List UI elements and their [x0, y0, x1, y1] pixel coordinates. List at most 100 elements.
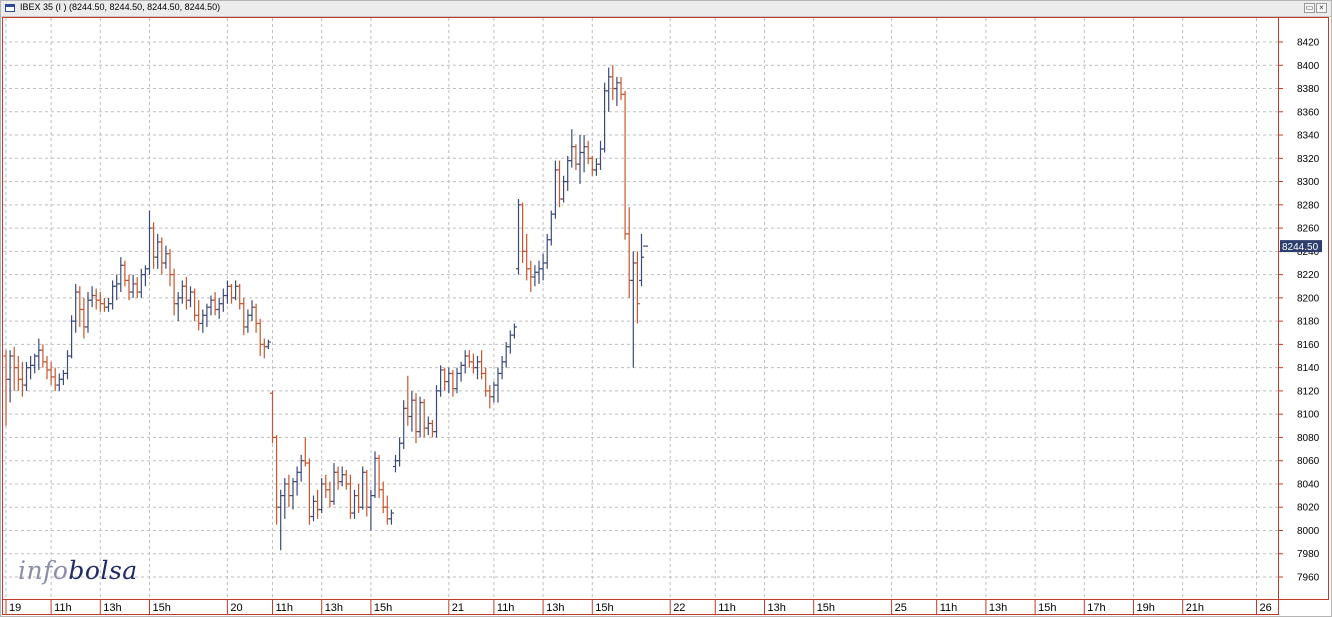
ohlc-bar [622, 90, 628, 240]
logo-part-info: info [18, 556, 69, 585]
ohlc-bar [15, 356, 21, 391]
ohlc-bar [380, 481, 386, 514]
ohlc-bar [516, 199, 521, 275]
y-tick-label: 8060 [1297, 456, 1320, 467]
ohlc-bar [339, 466, 345, 487]
x-tick-label: 19h [1137, 602, 1155, 614]
ohlc-bar [290, 478, 296, 510]
y-tick-label: 8360 [1297, 107, 1320, 118]
ohlc-bar [52, 367, 58, 391]
ohlc-bar [151, 222, 157, 269]
ohlc-bar [241, 297, 247, 336]
ohlc-bar [28, 356, 34, 380]
x-tick-label: 11h [276, 602, 294, 614]
ohlc-bar [507, 330, 513, 354]
x-tick-label: 20 [230, 602, 242, 614]
ohlc-bar [561, 175, 567, 203]
y-tick-label: 8140 [1297, 363, 1320, 374]
x-tick-label: 13h [546, 602, 564, 614]
x-tick-label: 25 [895, 602, 907, 614]
ohlc-bar [306, 458, 312, 525]
ohlc-bar [237, 283, 243, 310]
x-tick-label: 21h [1186, 602, 1204, 614]
ohlc-bar [327, 481, 333, 508]
ohlc-bar [122, 260, 128, 287]
ohlc-bar [163, 245, 169, 269]
y-tick-label: 8180 [1297, 317, 1320, 328]
ohlc-bar [421, 399, 427, 438]
ohlc-bar [524, 233, 530, 281]
y-tick-label: 8080 [1297, 433, 1320, 444]
x-tick-label: 15h [153, 602, 171, 614]
ohlc-bar [360, 466, 366, 510]
ohlc-bar [352, 489, 357, 519]
x-tick-label: 11h [718, 602, 736, 614]
ohlc-bar [323, 474, 329, 498]
ohlc-bar [311, 495, 316, 522]
x-tick-label: 19 [9, 602, 21, 614]
ohlc-bar [425, 416, 431, 436]
ohlc-bar [48, 361, 54, 386]
ohlc-bar [175, 292, 181, 322]
ohlc-bar [126, 274, 132, 301]
ohlc-bar [270, 390, 275, 444]
y-tick-label: 8020 [1297, 503, 1320, 514]
ohlc-bar [106, 297, 111, 312]
x-tick-label: 26 [1260, 602, 1272, 614]
x-tick-label: 15h [817, 602, 835, 614]
ohlc-bar [511, 323, 517, 339]
x-tick-label: 11h [940, 602, 958, 614]
ohlc-bar [557, 160, 562, 208]
ohlc-bar [610, 65, 616, 101]
ohlc-bar [347, 474, 353, 519]
ohlc-bar [278, 489, 284, 551]
ohlc-bar [134, 276, 140, 298]
ohlc-bar [639, 233, 644, 287]
ohlc-bar [376, 454, 382, 498]
y-tick-label: 8420 [1297, 38, 1320, 49]
ohlc-bar [249, 300, 255, 322]
ohlc-bar [171, 268, 177, 316]
ohlc-bar [265, 339, 271, 350]
ohlc-bar [470, 353, 476, 374]
ohlc-bar [159, 237, 165, 275]
ohlc-bar [224, 280, 230, 304]
x-tick-label: 11h [54, 602, 72, 614]
ohlc-bar [36, 338, 42, 370]
ohlc-bar [573, 144, 579, 170]
ohlc-bar [409, 390, 415, 432]
y-tick-label: 8340 [1297, 131, 1320, 142]
ohlc-bar [208, 295, 214, 316]
ohlc-bar [89, 286, 95, 308]
ohlc-bar [462, 350, 468, 374]
ohlc-bar [614, 76, 620, 106]
ohlc-bar [130, 274, 136, 298]
ohlc-bar [602, 82, 608, 153]
y-tick-label: 8100 [1297, 410, 1320, 421]
y-tick-label: 8260 [1297, 224, 1320, 235]
ohlc-bar [626, 207, 632, 298]
y-tick-label: 8380 [1297, 84, 1320, 95]
ohlc-bar [81, 297, 87, 339]
ohlc-bar [233, 280, 239, 301]
x-tick-label: 15h [1038, 602, 1056, 614]
ohlc-bar [446, 367, 452, 394]
ohlc-bar [93, 288, 99, 310]
x-tick-label: 17h [1087, 602, 1105, 614]
ohlc-bar [147, 210, 152, 275]
ohlc-bar [397, 437, 403, 467]
ohlc-bar [585, 140, 591, 165]
y-tick-label: 8120 [1297, 386, 1320, 397]
ohlc-bar [581, 135, 587, 173]
ohlc-bar [364, 470, 370, 517]
ohlc-bar [138, 268, 144, 298]
ohlc-bar [589, 155, 595, 176]
ohlc-bar [110, 280, 116, 310]
ohlc-bar [60, 369, 66, 386]
x-tick-label: 13h [325, 602, 343, 614]
x-tick-label: 13h [768, 602, 786, 614]
ohlc-bar [356, 483, 362, 514]
ohlc-bar [69, 315, 75, 359]
last-price-label: 8244.50 [1282, 242, 1319, 253]
ohlc-bar [179, 280, 185, 304]
